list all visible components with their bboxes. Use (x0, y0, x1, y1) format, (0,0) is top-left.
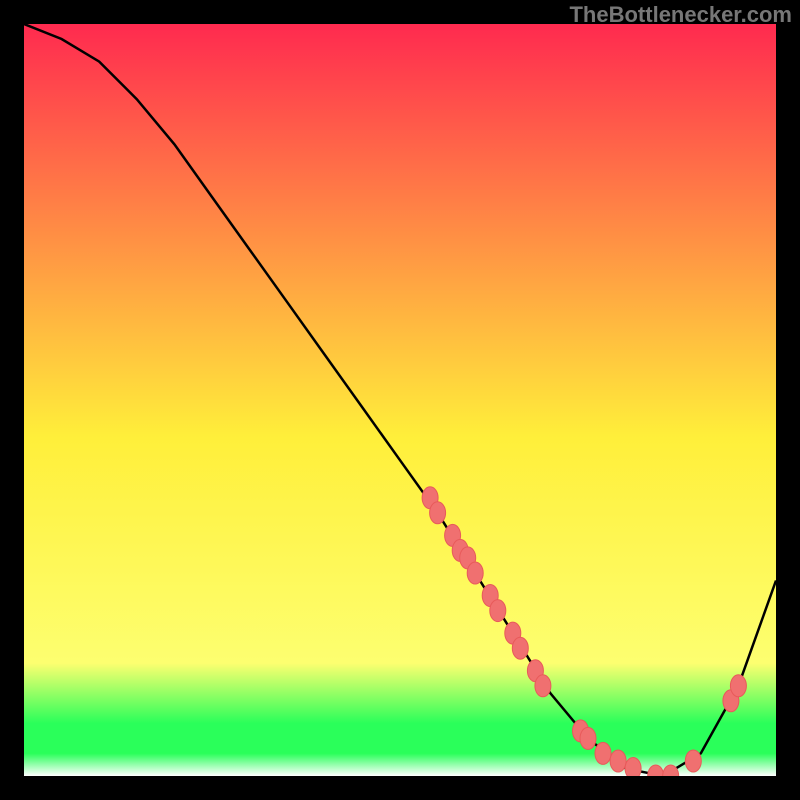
gradient-bg (24, 24, 776, 776)
data-marker (535, 675, 551, 697)
chart-container: TheBottlenecker.com (0, 0, 800, 800)
data-marker (685, 750, 701, 772)
data-marker (610, 750, 626, 772)
data-marker (512, 637, 528, 659)
data-marker (580, 727, 596, 749)
data-marker (490, 600, 506, 622)
data-marker (467, 562, 483, 584)
watermark-text: TheBottlenecker.com (569, 2, 792, 28)
plot-frame (24, 24, 776, 776)
data-marker (625, 758, 641, 777)
data-marker (595, 742, 611, 764)
data-marker (730, 675, 746, 697)
data-marker (430, 502, 446, 524)
chart-svg (24, 24, 776, 776)
